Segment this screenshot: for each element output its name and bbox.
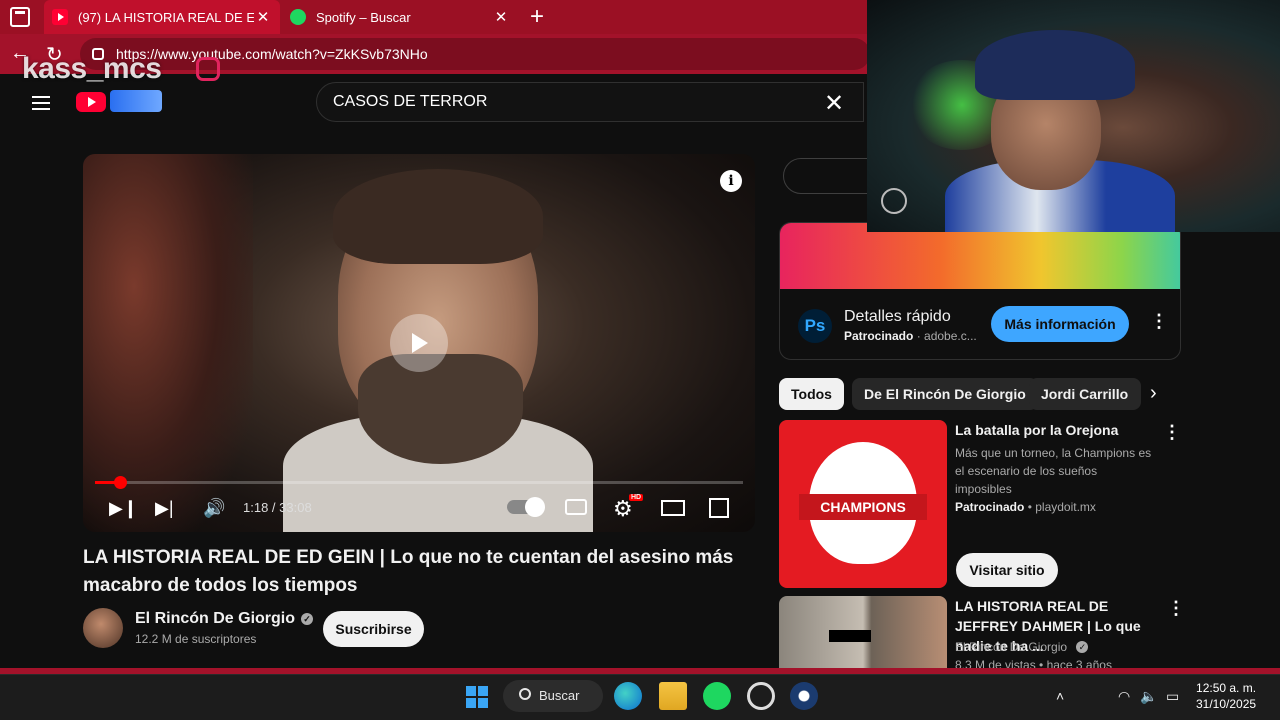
clear-search-icon[interactable]: ✕ (824, 89, 844, 118)
sponsored-ad-card[interactable]: Ps Detalles rápido Patrocinado · adobe.c… (779, 222, 1181, 360)
taskbar-clock[interactable]: 12:50 a. m. 31/10/2025 (1196, 680, 1256, 712)
clock-time: 12:50 a. m. (1196, 681, 1257, 695)
recommendation-menu-icon[interactable]: ⋮ (1163, 422, 1181, 443)
recommendation-meta: 8.3 M de vistas • hace 3 años (955, 658, 1112, 668)
sponsored-label: Patrocinado (955, 500, 1025, 514)
search-input[interactable]: CASOS DE TERROR (316, 82, 864, 122)
thumbnail-censor-bar (829, 630, 871, 642)
volume-icon[interactable]: 🔈 (1140, 688, 1157, 705)
menu-icon[interactable] (32, 96, 50, 110)
chip-jordi-carrillo[interactable]: Jordi Carrillo (1029, 378, 1141, 410)
tab-actions-icon[interactable] (10, 7, 30, 27)
ad-meta: Patrocinado · adobe.c... (844, 329, 977, 343)
autoplay-toggle[interactable] (507, 497, 545, 517)
fullscreen-icon[interactable] (709, 498, 729, 518)
video-player[interactable]: i ▶❙ ▶| 🔊 1:18 / 33:08 ⚙ HD (83, 154, 755, 532)
tab-close-icon[interactable]: ✕ (492, 8, 510, 26)
wifi-icon[interactable]: ◠ (1118, 688, 1130, 705)
current-time: 1:18 (243, 500, 269, 515)
clock-date: 31/10/2025 (1196, 697, 1257, 711)
video-frame-tattoo (83, 154, 253, 532)
battery-icon[interactable]: ▭ (1166, 688, 1179, 705)
progress-bar[interactable] (95, 476, 743, 489)
new-tab-icon[interactable]: + (530, 3, 544, 31)
duration: 33:08 (279, 500, 312, 515)
ad-domain: adobe.c... (924, 329, 977, 343)
thumbnail-text: CHAMPIONS (799, 494, 927, 520)
tray-chevron-icon[interactable]: ˄ (1056, 688, 1064, 704)
hd-badge: HD (629, 494, 644, 501)
chips-next-icon[interactable]: › (1150, 382, 1157, 405)
next-icon[interactable]: ▶| (155, 498, 174, 519)
ad-menu-icon[interactable]: ⋮ (1150, 311, 1168, 332)
webcam-overlay (867, 0, 1280, 232)
recommendation-title[interactable]: La batalla por la Orejona (955, 420, 1118, 440)
spotify-favicon-icon (290, 9, 306, 25)
file-explorer-icon[interactable] (659, 682, 687, 710)
recommendation-channel-name: El Rincón De Giorgio (955, 640, 1068, 654)
webcam-cap (975, 30, 1135, 100)
subscriber-count: 12.2 M de suscriptores (135, 632, 257, 646)
desktop-screen: (97) LA HISTORIA REAL DE ED GEIN ✕ Spoti… (0, 0, 1280, 720)
ad-title: Detalles rápido (844, 308, 951, 325)
volume-icon[interactable]: 🔊 (203, 498, 225, 519)
photoshop-logo-icon: Ps (798, 309, 832, 343)
info-icon[interactable]: i (720, 170, 742, 192)
edge-icon[interactable] (614, 682, 642, 710)
tab-title: Spotify – Buscar (316, 9, 411, 25)
verified-icon: ✓ (1076, 641, 1089, 653)
play-pause-icon[interactable]: ▶❙ (109, 498, 138, 519)
subscribe-button[interactable]: Suscribirse (323, 611, 424, 647)
spotify-icon[interactable] (703, 682, 731, 710)
windows-start-icon[interactable] (466, 686, 488, 708)
chip-todos[interactable]: Todos (779, 378, 844, 410)
youtube-favicon-icon (52, 9, 68, 25)
tab-spotify[interactable]: Spotify – Buscar ✕ (282, 0, 518, 34)
search-icon (519, 688, 531, 700)
tab-title: (97) LA HISTORIA REAL DE ED GEIN (78, 9, 254, 25)
more-info-button[interactable]: Más información (991, 306, 1129, 342)
recommendation-description: Más que un torneo, la Champions es el es… (955, 446, 1152, 496)
channel-name[interactable]: El Rincón De Giorgio ✓ (135, 610, 314, 628)
channel-name-text: El Rincón De Giorgio (135, 610, 296, 627)
chip-channel[interactable]: De El Rincón De Giorgio (852, 378, 1038, 410)
visit-site-button[interactable]: Visitar sitio (956, 553, 1058, 587)
subtitles-icon[interactable] (565, 499, 587, 515)
instagram-icon (196, 57, 220, 81)
sponsor-domain: playdoit.mx (1035, 500, 1096, 514)
video-frame-beard (358, 354, 523, 464)
webcam-logo-icon (881, 188, 907, 214)
youtube-doodle-icon[interactable] (110, 90, 162, 112)
recommendation-thumbnail[interactable]: CHAMPIONS (779, 420, 947, 588)
theater-mode-icon[interactable] (661, 500, 685, 516)
recommendation-sponsor: Patrocinado • playdoit.mx (955, 500, 1096, 514)
recommendation-menu-icon[interactable]: ⋮ (1167, 598, 1185, 619)
ad-sponsored-label: Patrocinado (844, 329, 914, 343)
tab-youtube[interactable]: (97) LA HISTORIA REAL DE ED GEIN ✕ (44, 0, 280, 34)
video-frame-hair (333, 169, 543, 264)
verified-icon: ✓ (301, 613, 314, 625)
steam-icon[interactable] (790, 682, 818, 710)
ad-banner-image[interactable] (780, 223, 1180, 289)
tab-close-icon[interactable]: ✕ (254, 8, 272, 26)
url-text: https://www.youtube.com/watch?v=ZkKSvb73… (116, 46, 428, 62)
recommendation-channel[interactable]: El Rincón De Giorgio ✓ (955, 638, 1089, 656)
big-play-icon[interactable] (390, 314, 448, 372)
time-display: 1:18 / 33:08 (243, 500, 312, 515)
time-separator: / (268, 500, 280, 515)
search-value: CASOS DE TERROR (333, 93, 488, 110)
video-title: LA HISTORIA REAL DE ED GEIN | Lo que no … (83, 547, 734, 596)
obs-icon[interactable] (747, 682, 775, 710)
youtube-logo-icon[interactable] (76, 92, 106, 112)
taskbar-search[interactable]: Buscar (503, 680, 603, 712)
streamer-handle: kass_mcs (22, 52, 162, 85)
recommendation-thumbnail[interactable] (779, 596, 947, 668)
channel-avatar[interactable] (83, 608, 123, 648)
